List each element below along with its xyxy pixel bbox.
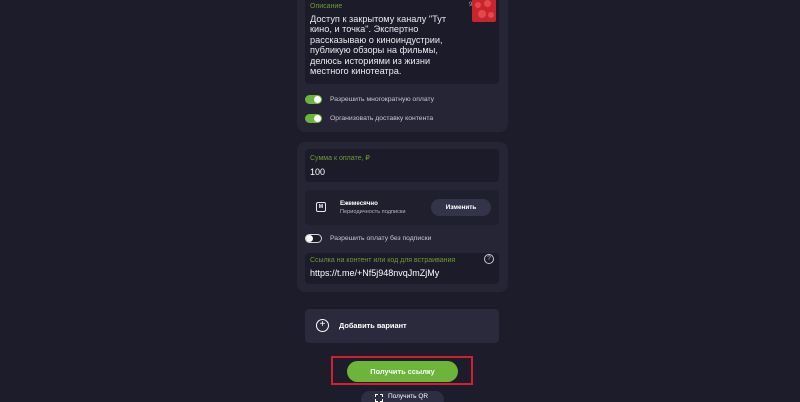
content-link-value[interactable]: https://t.me/+Nf5j948nvqJmZjMy	[310, 268, 439, 278]
plus-circle-icon: +	[316, 319, 329, 332]
get-qr-button[interactable]: Получить QR	[361, 391, 444, 402]
toggle-row-content-delivery: Организовать доставку контента	[305, 112, 433, 124]
toggle-row-no-subscription: Разрешить оплату без подписки	[305, 232, 431, 244]
subscription-period: M Ежемесячно Периодичность подписки Изме…	[305, 190, 499, 225]
amount-field[interactable]: Сумма к оплате, ₽ 100	[305, 149, 499, 182]
content-delivery-label: Организовать доставку контента	[330, 114, 434, 122]
content-delivery-toggle[interactable]	[305, 113, 322, 123]
content-link-field[interactable]: Ссылка на контент или код для встраивани…	[305, 253, 499, 284]
amount-value[interactable]: 100	[310, 167, 325, 177]
payment-link-form: Описание 96 Доступ к закрытому каналу "Т…	[0, 0, 800, 402]
period-subtitle: Периодичность подписки	[340, 209, 406, 215]
qr-code-icon	[375, 394, 383, 402]
toggle-row-multiple-payment: Разрешить многократную оплату	[305, 93, 434, 105]
amount-label: Сумма к оплате, ₽	[310, 155, 370, 162]
help-icon[interactable]: ?	[484, 254, 494, 264]
period-title: Ежемесячно	[340, 200, 378, 207]
description-field[interactable]: Описание 96 Доступ к закрытому каналу "Т…	[305, 0, 499, 84]
calendar-icon: M	[316, 202, 326, 212]
get-qr-label: Получить QR	[388, 393, 429, 400]
description-label: Описание	[310, 3, 343, 10]
cover-image-thumbnail[interactable]	[472, 0, 496, 22]
add-variant-button[interactable]: + Добавить вариант	[305, 309, 499, 343]
get-link-button[interactable]: Получить ссылку	[347, 361, 458, 382]
multiple-payment-label: Разрешить многократную оплату	[330, 95, 435, 103]
multiple-payment-toggle[interactable]	[305, 94, 322, 104]
add-variant-label: Добавить вариант	[339, 321, 407, 330]
change-period-button[interactable]: Изменить	[431, 199, 491, 216]
description-text[interactable]: Доступ к закрытому каналу "Тут кино, и т…	[310, 14, 460, 76]
no-subscription-toggle[interactable]	[305, 233, 322, 243]
no-subscription-label: Разрешить оплату без подписки	[330, 234, 432, 242]
content-link-label: Ссылка на контент или код для встраивани…	[310, 257, 456, 264]
